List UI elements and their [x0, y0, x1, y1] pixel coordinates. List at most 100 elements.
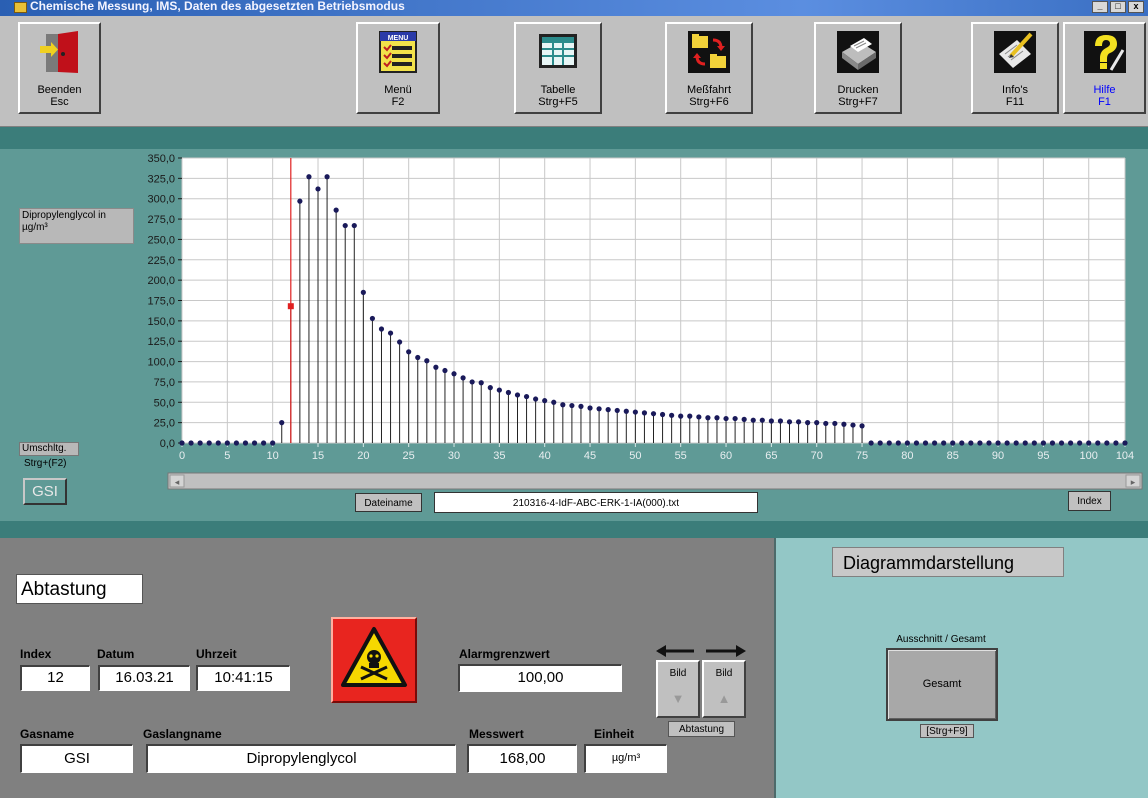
beenden-label: Beenden: [37, 84, 82, 96]
bild-prev-label: Bild: [669, 668, 687, 679]
data-point: [406, 349, 412, 355]
menu-label: Menü: [384, 84, 412, 96]
drucken-shortcut: Strg+F7: [838, 96, 878, 108]
dateiname-label: Dateiname: [355, 493, 422, 512]
data-point: [650, 411, 657, 417]
separator-bar-mid: [0, 521, 1148, 538]
tabelle-shortcut: Strg+F5: [538, 96, 578, 108]
y-tick-label: 50,0: [154, 397, 175, 409]
data-point: [659, 411, 666, 418]
data-point: [333, 207, 339, 213]
hilfe-shortcut: F1: [1098, 96, 1111, 108]
data-point: [1104, 440, 1110, 446]
data-point: [922, 440, 929, 446]
y-tick-label: 200,0: [147, 275, 175, 287]
bild-next-button[interactable]: Bild ▲: [702, 660, 746, 718]
data-point: [523, 393, 530, 400]
x-tick-label: 90: [992, 450, 1004, 462]
tabelle-label: Tabelle: [540, 84, 576, 96]
umschaltung-label[interactable]: Umschltg.: [19, 442, 79, 456]
cursor-marker[interactable]: [287, 303, 294, 310]
y-axis-ticks: 0,0 25,0 50,0 75,0 100,0 125,0 150,0 175,0 200,0…: [147, 153, 182, 450]
minimize-button[interactable]: _: [1092, 1, 1108, 13]
x-tick-label: 65: [765, 450, 777, 462]
x-tick-label: 40: [539, 450, 551, 462]
data-point: [959, 440, 965, 446]
data-point: [669, 412, 675, 418]
data-point: [795, 419, 802, 425]
data-point: [360, 289, 366, 295]
data-point: [505, 389, 512, 396]
data-point: [1049, 440, 1056, 446]
exit-door-icon: [39, 31, 78, 73]
data-point: [369, 315, 376, 322]
data-point: [496, 387, 502, 393]
info-pen-icon: [994, 31, 1036, 73]
bild-arrows-icon: [656, 645, 746, 657]
data-point: [206, 440, 212, 446]
hilfe-button[interactable]: Hilfe F1: [1063, 22, 1146, 114]
data-point: [324, 174, 330, 180]
data-point: [460, 375, 466, 381]
bild-prev-button[interactable]: Bild ▼: [656, 660, 700, 718]
gesamt-shortcut: [Strg+F9]: [920, 724, 974, 738]
gasname-field: GSI: [20, 744, 133, 773]
data-point: [687, 413, 693, 419]
data-point: [632, 409, 638, 415]
toolbar: BeendenEsc MENU MenüF2 TabelleStrg+F5: [0, 16, 1148, 127]
gaslangname-label: Gaslangname: [143, 727, 222, 741]
data-point: [469, 379, 475, 385]
messwert-label: Messwert: [469, 727, 524, 741]
y-tick-label: 150,0: [147, 316, 175, 328]
up-arrow-icon: ▲: [717, 691, 731, 706]
data-point: [315, 186, 321, 192]
drucken-button[interactable]: Drucken Strg+F7: [814, 22, 902, 114]
data-point: [1058, 440, 1065, 446]
datum-field: 16.03.21: [98, 665, 190, 691]
y-tick-label: 300,0: [147, 194, 175, 206]
data-point: [279, 420, 285, 426]
messfahrt-label: Meßfahrt: [686, 84, 731, 96]
x-tick-label: 50: [629, 450, 641, 462]
data-point: [623, 408, 629, 414]
data-point: [270, 440, 276, 446]
data-point: [832, 420, 838, 427]
y-tick-label: 175,0: [147, 296, 175, 308]
abtastung-caption: Abtastung: [668, 721, 735, 737]
x-tick-label: 20: [357, 450, 369, 462]
app-icon: [14, 2, 27, 13]
umschaltung-control[interactable]: Umschltg. Strg+(F2): [19, 442, 79, 472]
data-point: [378, 326, 385, 332]
data-point: [542, 398, 548, 404]
bild-next-label: Bild: [715, 668, 733, 679]
data-point: [1086, 440, 1092, 446]
x-tick-label: 5: [224, 450, 230, 462]
x-tick-label: 15: [312, 450, 324, 462]
data-point: [1113, 440, 1119, 446]
x-tick-label: 25: [403, 450, 415, 462]
index-label: Index: [20, 647, 52, 661]
stem-chart: 0 5 10 15 20 25 30 35 40 45 50 55 60 65 70 75 80 85 90 95 10…: [147, 153, 1143, 490]
x-tick-label: 10: [267, 450, 279, 462]
data-point: [786, 419, 793, 425]
gesamt-button[interactable]: Gesamt: [886, 648, 998, 721]
data-point: [868, 440, 874, 446]
umschaltung-shortcut: Strg+(F2): [24, 458, 67, 469]
data-point: [433, 364, 439, 370]
data-point: [587, 405, 593, 411]
maximize-button[interactable]: □: [1110, 1, 1126, 13]
y-tick-label: 325,0: [147, 173, 175, 185]
infos-button[interactable]: Info's F11: [971, 22, 1059, 114]
data-point: [968, 440, 974, 446]
data-point: [1077, 440, 1083, 446]
data-point: [759, 417, 765, 423]
messfahrt-button[interactable]: Meßfahrt Strg+F6: [665, 22, 753, 114]
data-point: [823, 420, 829, 427]
beenden-button[interactable]: Beenden Esc: [18, 22, 101, 114]
tabelle-button[interactable]: Tabelle Strg+F5: [514, 22, 602, 114]
einheit-label: Einheit: [594, 727, 635, 741]
menu-button[interactable]: MENU Menü F2: [356, 22, 440, 114]
chart-scrollbar[interactable]: [167, 472, 1143, 490]
close-button[interactable]: x: [1128, 1, 1144, 13]
printer-icon: [837, 31, 879, 73]
